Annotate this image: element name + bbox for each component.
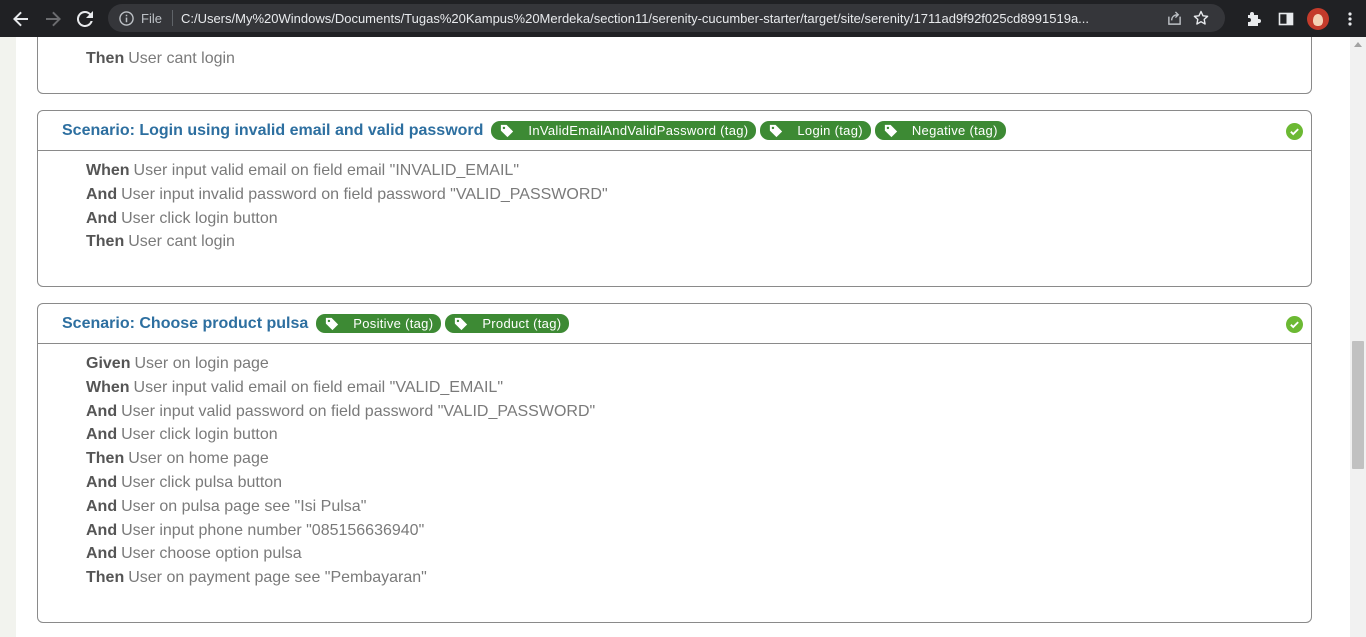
- tag-label: Login (tag): [797, 123, 863, 138]
- step-line: And User on pulsa page see "Isi Pulsa": [86, 495, 1311, 519]
- address-divider: [171, 10, 173, 26]
- share-icon[interactable]: [1162, 5, 1188, 31]
- tag-icon: [325, 317, 339, 331]
- content-viewport: Then User cant login Scenario: Login usin…: [0, 37, 1350, 637]
- forward-button[interactable]: [37, 3, 69, 35]
- step-keyword: And: [86, 521, 118, 539]
- tag-badge[interactable]: Login (tag): [760, 121, 871, 140]
- tag-icon: [500, 124, 514, 138]
- reload-icon: [77, 10, 93, 27]
- step-text: User choose option pulsa: [121, 545, 302, 563]
- back-button[interactable]: [5, 3, 37, 35]
- step-text: User on login page: [134, 355, 269, 372]
- tag-icon: [454, 317, 468, 331]
- tag-label: Positive (tag): [353, 316, 434, 331]
- tag-badge[interactable]: Product (tag): [445, 314, 570, 333]
- step-keyword: Then: [86, 50, 125, 67]
- previous-scenario-card: Then User cant login: [37, 37, 1312, 94]
- step-text: User cant login: [128, 233, 235, 251]
- step-line: And User choose option pulsa: [86, 542, 1311, 566]
- step-text: User click login button: [121, 209, 278, 227]
- step-text: User on home page: [128, 450, 269, 468]
- step-keyword: When: [86, 378, 130, 396]
- info-icon[interactable]: [118, 10, 134, 26]
- file-label: File: [141, 10, 162, 26]
- scenario-card: Scenario: Choose product pulsa Positive …: [37, 303, 1312, 623]
- puzzle-icon: [1248, 11, 1261, 26]
- scenario-header: Scenario: Choose product pulsa Positive …: [38, 304, 1311, 344]
- kebab-menu-icon: [1348, 11, 1352, 26]
- vertical-scrollbar[interactable]: [1350, 37, 1366, 637]
- step-keyword: Given: [86, 355, 131, 372]
- tag-badge[interactable]: InValidEmailAndValidPassword (tag): [491, 121, 757, 140]
- side-panel-icon: [1278, 12, 1294, 25]
- profile-button[interactable]: [1302, 3, 1334, 35]
- step-line: Then User cant login: [86, 230, 1311, 254]
- step-line: And User input phone number "085156636940…: [86, 519, 1311, 543]
- step-keyword: And: [86, 185, 118, 203]
- address-bar[interactable]: File C:/Users/My%20Windows/Documents/Tug…: [108, 4, 1225, 32]
- step-text: User input valid password on field passw…: [121, 402, 596, 420]
- step-text: User input invalid password on field pas…: [121, 185, 608, 203]
- step-text: User cant login: [128, 50, 235, 67]
- tag-badge[interactable]: Positive (tag): [316, 314, 442, 333]
- step-keyword: Then: [86, 233, 125, 251]
- tag-badge[interactable]: Negative (tag): [874, 121, 1006, 140]
- check-circle-icon: [1286, 123, 1303, 140]
- scroll-up-arrow-icon[interactable]: [1354, 42, 1362, 47]
- step-line: And User input invalid password on field …: [86, 183, 1311, 207]
- step-line: When User input valid email on field emai…: [86, 159, 1311, 183]
- step-keyword: Then: [86, 569, 125, 587]
- arrow-left-icon: [13, 11, 28, 26]
- scenario-header: Scenario: Login using invalid email and …: [38, 111, 1311, 151]
- step-line: And User click login button: [86, 423, 1311, 447]
- scenario-title[interactable]: Scenario: Login using invalid email and …: [62, 122, 483, 140]
- step-line: Given User on login page: [86, 352, 1311, 376]
- step-line: When User input valid email on field emai…: [86, 376, 1311, 400]
- browser-toolbar: File C:/Users/My%20Windows/Documents/Tug…: [0, 0, 1366, 37]
- tag-label: Negative (tag): [911, 123, 998, 138]
- steps-list: Given User on login page When User input v…: [38, 344, 1311, 590]
- step-line: Then User on home page: [86, 447, 1311, 471]
- check-circle-icon: [1286, 316, 1303, 333]
- step-text: User input valid email on field email "V…: [133, 378, 503, 396]
- step-keyword: And: [86, 545, 118, 563]
- step-text: User on pulsa page see "Isi Pulsa": [121, 497, 367, 515]
- tag-icon: [769, 124, 783, 138]
- step-keyword: And: [86, 426, 118, 444]
- step-keyword: And: [86, 209, 118, 227]
- step-keyword: And: [86, 497, 118, 515]
- step-text: User click pulsa button: [121, 473, 283, 491]
- step-text: User input phone number "085156636940": [121, 521, 425, 539]
- step-line: Then User cant login: [86, 47, 235, 71]
- step-line: And User input valid password on field pa…: [86, 400, 1311, 424]
- step-keyword: And: [86, 473, 118, 491]
- menu-button[interactable]: [1334, 3, 1366, 35]
- step-text: User click login button: [121, 426, 278, 444]
- step-line: And User click pulsa button: [86, 471, 1311, 495]
- avatar: [1307, 7, 1329, 30]
- url-text[interactable]: C:/Users/My%20Windows/Documents/Tugas%20…: [181, 11, 1156, 26]
- scenario-title[interactable]: Scenario: Choose product pulsa: [62, 315, 308, 333]
- arrow-right-icon: [46, 11, 61, 26]
- step-text: User on payment page see "Pembayaran": [128, 569, 427, 587]
- step-keyword: Then: [86, 450, 125, 468]
- scenario-card: Scenario: Login using invalid email and …: [37, 110, 1312, 287]
- side-panel-button[interactable]: [1270, 3, 1302, 35]
- steps-list: When User input valid email on field emai…: [38, 151, 1311, 254]
- scroll-thumb[interactable]: [1352, 341, 1364, 469]
- star-icon[interactable]: [1188, 5, 1214, 31]
- tag-label: Product (tag): [482, 316, 562, 331]
- step-keyword: When: [86, 162, 130, 179]
- tag-label: InValidEmailAndValidPassword (tag): [528, 123, 749, 138]
- extensions-button[interactable]: [1238, 3, 1270, 35]
- tag-icon: [884, 124, 898, 138]
- step-text: User input valid email on field email "I…: [133, 162, 519, 179]
- step-line: And User click login button: [86, 207, 1311, 231]
- reload-button[interactable]: [69, 3, 101, 35]
- step-keyword: And: [86, 402, 118, 420]
- step-line: Then User on payment page see "Pembayaran…: [86, 566, 1311, 590]
